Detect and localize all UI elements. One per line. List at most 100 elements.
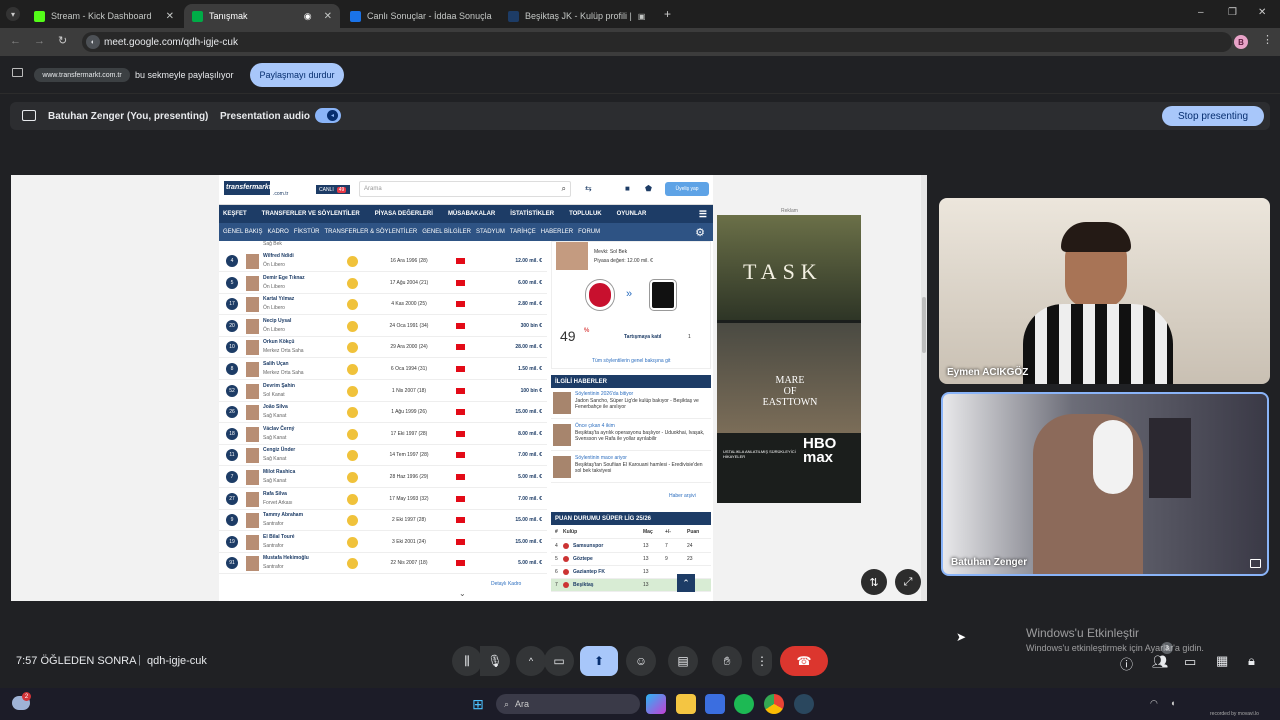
nav-topluluk[interactable]: TOPLULUK bbox=[569, 211, 602, 217]
standing-club[interactable]: Gaziantep FK bbox=[573, 569, 643, 575]
former-club-icon[interactable] bbox=[347, 256, 358, 267]
market-value[interactable]: 12.00 mil. € bbox=[487, 258, 542, 264]
taskbar-search[interactable]: ⌕ Ara bbox=[496, 694, 640, 714]
tab-meet[interactable]: Tanışmak ◉ ✕ bbox=[184, 4, 340, 28]
stop-presenting-button[interactable]: Stop presenting bbox=[1162, 106, 1264, 126]
player-name[interactable]: Salih Uçan bbox=[263, 361, 289, 367]
player-row[interactable]: 9 Tammy Abraham Santrafor 2 Eki 1997 (28) 15… bbox=[219, 510, 547, 532]
club-nav-item[interactable]: FİKSTÜR bbox=[294, 229, 320, 235]
squad-detail-link[interactable]: Detaylı Kadro bbox=[491, 581, 521, 587]
news-archive-link[interactable]: Haber arşivi bbox=[669, 493, 696, 499]
market-value[interactable]: 5.00 mil. € bbox=[487, 560, 542, 566]
minimize-button[interactable]: – bbox=[1198, 7, 1204, 18]
hbo-max-advert[interactable]: TASK MARE OF EASTTOWN HBO max USTALIKLA … bbox=[717, 215, 861, 503]
market-value[interactable]: 15.00 mil. € bbox=[487, 517, 542, 523]
microphone-button[interactable]: 🎙︎ bbox=[480, 646, 510, 676]
news-item[interactable]: Söylentinin mace ariyor Beşiktaş'tan Sou… bbox=[551, 453, 711, 483]
player-row[interactable]: 5 Demir Ege Tıknaz Ön Libero 17 Ağu 2004 (2… bbox=[219, 273, 547, 294]
player-name[interactable]: Devrim Şahin bbox=[263, 383, 295, 389]
tab-besiktas-transfermarkt[interactable]: Beşiktaş JK - Kulüp profili | ▣ ✕ bbox=[500, 4, 656, 28]
player-name[interactable]: Kartal Yılmaz bbox=[263, 296, 294, 302]
former-club-icon[interactable] bbox=[347, 277, 358, 289]
market-value[interactable]: 8.00 mil. € bbox=[487, 431, 542, 437]
tab-kick-dashboard[interactable]: Stream - Kick Dashboard ✕ bbox=[26, 4, 182, 28]
site-info-icon[interactable]: ◐ bbox=[86, 35, 100, 49]
player-row[interactable]: 7 Milot Rashica Sağ Kanat 28 Haz 1996 (29) 5… bbox=[219, 467, 547, 488]
participant-tile-eymen[interactable]: Eymen ACIKGÖZ bbox=[939, 198, 1270, 384]
player-name[interactable]: Václav Černý bbox=[263, 426, 294, 432]
market-value[interactable]: 1.50 mil. € bbox=[487, 366, 542, 372]
more-options-button[interactable]: ⋮ bbox=[752, 646, 772, 676]
spotify-icon[interactable] bbox=[734, 694, 754, 714]
news-item[interactable]: Önce çıkan 4 ikim Beşiktaş'ta ayrılık op… bbox=[551, 421, 711, 451]
club-nav-item[interactable]: TARİHÇE bbox=[510, 229, 536, 235]
video-settings-button[interactable]: ^ bbox=[516, 646, 546, 676]
player-row[interactable]: 11 Cengiz Ünder Sağ Kanat 14 Tem 1997 (28) 7… bbox=[219, 445, 547, 467]
close-window-button[interactable]: ✕ bbox=[1258, 7, 1266, 18]
former-club-icon[interactable] bbox=[347, 407, 358, 419]
store-icon[interactable] bbox=[705, 694, 725, 714]
settings-gear-icon[interactable]: ⚙ bbox=[695, 226, 705, 239]
standings-row[interactable]: 5 Göztepe 13 9 23 bbox=[551, 553, 711, 566]
stage-scrollbar[interactable] bbox=[921, 175, 927, 601]
omnibox[interactable]: ◐ meet.google.com/qdh-igje-cuk bbox=[82, 32, 1232, 52]
former-club-icon[interactable] bbox=[347, 385, 358, 397]
former-club-icon[interactable] bbox=[347, 472, 358, 483]
restore-button[interactable]: ❐ bbox=[1228, 7, 1237, 18]
meeting-info-icon[interactable]: ⓘ bbox=[1120, 654, 1133, 673]
leave-call-button[interactable]: ☎︎ bbox=[780, 646, 828, 676]
chat-icon[interactable]: ▭ bbox=[1184, 654, 1196, 670]
former-club-icon[interactable] bbox=[347, 342, 358, 354]
club-nav-item[interactable]: STADYUM bbox=[476, 229, 505, 235]
club-nav-item[interactable]: GENEL BAKIŞ bbox=[223, 229, 262, 235]
host-controls-icon[interactable]: 🔒︎ bbox=[1248, 653, 1255, 669]
user-switch-icon[interactable]: ⇆ bbox=[585, 184, 592, 193]
standings-row[interactable]: 4 Samsunspor 13 7 24 bbox=[551, 540, 711, 553]
market-value[interactable]: 2.80 mil. € bbox=[487, 301, 542, 307]
club-nav-item[interactable]: TRANSFERLER & SÖYLENTİLER bbox=[324, 229, 417, 235]
player-name[interactable]: Mustafa Hekimoğlu bbox=[263, 555, 309, 561]
tm-logo[interactable]: transfermarkt bbox=[224, 181, 271, 195]
forward-icon[interactable]: → bbox=[34, 35, 45, 47]
stop-sharing-button[interactable]: Paylaşmayı durdur bbox=[250, 63, 344, 87]
player-row[interactable]: 20 Necip Uysal Ön Libero 24 Oca 1991 (34) 30… bbox=[219, 316, 547, 337]
stage-scroll-thumb[interactable] bbox=[922, 297, 926, 353]
market-value[interactable]: 300 bin € bbox=[487, 323, 542, 329]
market-value[interactable]: 15.00 mil. € bbox=[487, 409, 542, 415]
player-name[interactable]: Demir Ege Tıknaz bbox=[263, 275, 305, 281]
market-value[interactable]: 7.00 mil. € bbox=[487, 452, 542, 458]
search-icon[interactable]: ⌕ bbox=[562, 184, 566, 194]
player-row[interactable]: 4 Wilfred Ndidi Ön Libero 16 Ara 1996 (28) 1… bbox=[219, 251, 547, 272]
nav-musabakalar[interactable]: MÜSABAKALAR bbox=[448, 211, 495, 217]
player-row[interactable]: 19 El Bilal Touré Santrafor 3 Eki 2001 (24)… bbox=[219, 532, 547, 553]
player-name[interactable]: Necip Uysal bbox=[263, 318, 291, 324]
market-value[interactable]: 100 bin € bbox=[487, 388, 542, 394]
profile-avatar[interactable]: B bbox=[1234, 35, 1248, 49]
close-icon[interactable]: ✕ bbox=[166, 11, 174, 22]
tm-search-box[interactable]: Arama ⌕ bbox=[359, 181, 571, 197]
former-club-icon[interactable] bbox=[347, 493, 358, 505]
file-explorer-icon[interactable] bbox=[676, 694, 696, 714]
player-row[interactable]: 18 Václav Černý Sağ Kanat 17 Eki 1997 (28) 8… bbox=[219, 424, 547, 445]
standing-club[interactable]: Samsunspor bbox=[573, 543, 643, 549]
club-nav-item[interactable]: HABERLER bbox=[541, 229, 573, 235]
former-club-icon[interactable] bbox=[347, 558, 358, 570]
close-icon[interactable]: ✕ bbox=[324, 11, 332, 22]
player-name[interactable]: Wilfred Ndidi bbox=[263, 253, 294, 259]
new-tab-button[interactable]: + bbox=[664, 7, 671, 21]
all-rumors-link[interactable]: Tüm söylentilerin genel bakışına git bbox=[592, 358, 670, 364]
back-icon[interactable]: ← bbox=[10, 35, 21, 47]
player-name[interactable]: Tammy Abraham bbox=[263, 512, 303, 518]
player-row[interactable]: 8 Salih Uçan Merkez Orta Saha 6 Oca 1994 (3… bbox=[219, 359, 547, 380]
fullscreen-button[interactable]: ⤢ bbox=[895, 569, 921, 595]
meeting-code[interactable]: qdh-igje-cuk bbox=[147, 655, 207, 667]
tray-wifi-icon[interactable]: ◠ bbox=[1150, 698, 1158, 709]
former-club-icon[interactable] bbox=[347, 320, 358, 332]
browser-menu-icon[interactable]: ⋮ bbox=[1262, 33, 1273, 46]
player-name[interactable]: João Silva bbox=[263, 404, 288, 410]
to-club-crest-icon[interactable] bbox=[650, 280, 676, 310]
tab-canli-sonuclar[interactable]: Canlı Sonuçlar - İddaa Sonuçla ✕ bbox=[342, 4, 498, 28]
market-value[interactable]: 7.00 mil. € bbox=[487, 496, 542, 502]
bookmark-icon[interactable]: ■ bbox=[625, 184, 630, 193]
player-row[interactable]: 17 Kartal Yılmaz Ön Libero 4 Kas 2000 (25) 2… bbox=[219, 294, 547, 316]
